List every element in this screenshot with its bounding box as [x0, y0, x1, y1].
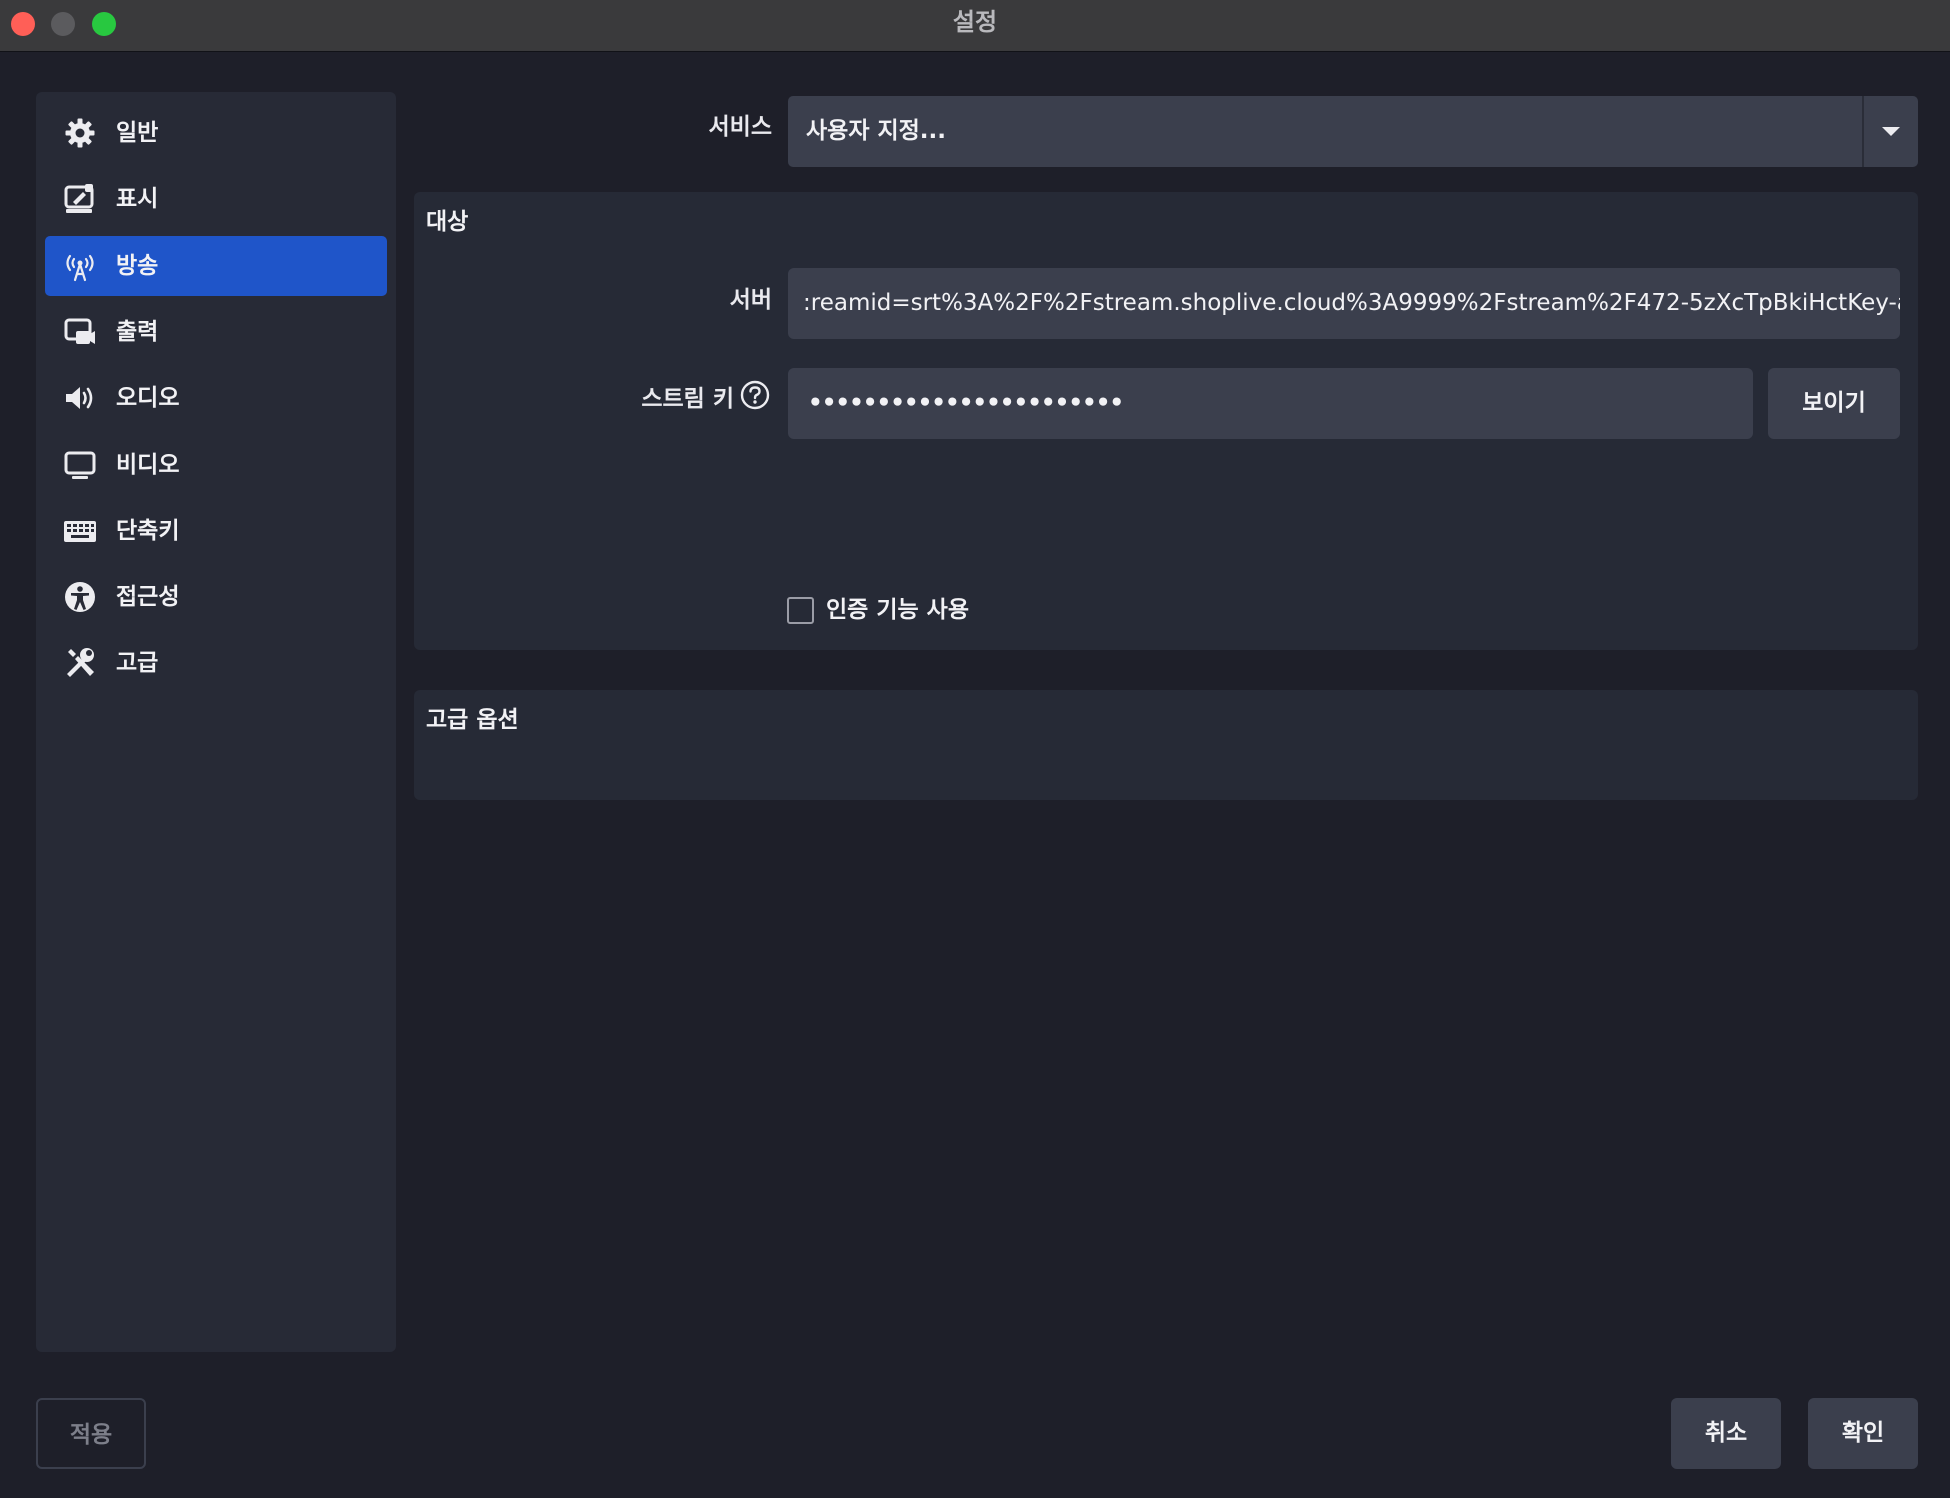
sidebar-item-video[interactable]: 비디오: [45, 435, 387, 495]
server-input[interactable]: :reamid=srt%3A%2F%2Fstream.shoplive.clou…: [788, 268, 1900, 339]
sidebar-item-label: 고급: [116, 650, 159, 677]
sidebar-item-label: 방송: [116, 252, 159, 279]
settings-window: 설정 일반 표시 방송 출력 오디오 비디오 단축키 접근성 고급 서비스 사용…: [0, 0, 1950, 1498]
gear-icon: [63, 116, 97, 150]
sidebar-item-output[interactable]: 출력: [45, 302, 387, 362]
title-bar: 설정: [0, 0, 1950, 52]
sidebar-item-label: 표시: [116, 186, 159, 213]
sidebar-item-label: 출력: [116, 318, 159, 345]
sidebar-item-audio[interactable]: 오디오: [45, 368, 387, 428]
sidebar-item-label: 비디오: [116, 451, 180, 478]
sidebar-item-general[interactable]: 일반: [45, 103, 387, 163]
broadcast-antenna-icon: [63, 249, 97, 283]
stream-key-input[interactable]: •••••••••••••••••••••••: [788, 368, 1753, 439]
server-label: 서버: [729, 287, 772, 313]
service-select[interactable]: 사용자 지정...: [788, 96, 1918, 167]
chevron-down-icon[interactable]: [1880, 123, 1902, 139]
help-icon[interactable]: [740, 380, 770, 410]
advanced-options-title: 고급 옵션: [426, 707, 519, 733]
destination-title: 대상: [426, 209, 469, 235]
sidebar-item-stream[interactable]: 방송: [45, 235, 387, 296]
ok-button[interactable]: 확인: [1808, 1398, 1918, 1469]
server-input-value: :reamid=srt%3A%2F%2Fstream.shoplive.clou…: [803, 290, 1900, 316]
sidebar-item-label: 일반: [116, 120, 159, 146]
tools-icon: [63, 646, 97, 680]
accessibility-icon: [63, 580, 97, 614]
sidebar-item-label: 단축키: [116, 517, 180, 544]
auth-checkbox[interactable]: [787, 597, 814, 624]
select-divider: [1862, 96, 1864, 167]
apply-button[interactable]: 적용: [36, 1398, 146, 1469]
service-selected-value: 사용자 지정...: [806, 118, 947, 144]
show-stream-key-button[interactable]: 보이기: [1768, 368, 1900, 439]
sidebar-item-display[interactable]: 표시: [45, 169, 387, 229]
display-icon: [63, 182, 97, 216]
keyboard-icon: [63, 514, 97, 548]
speaker-icon: [63, 381, 97, 415]
sidebar-item-advanced[interactable]: 고급: [45, 633, 387, 693]
sidebar-item-label: 접근성: [116, 584, 180, 611]
window-title: 설정: [952, 8, 998, 36]
advanced-options-group: 고급 옵션: [414, 690, 1918, 800]
stream-key-input-value: •••••••••••••••••••••••: [808, 390, 1124, 416]
service-label: 서비스: [708, 114, 772, 140]
stream-key-label: 스트림 키: [641, 386, 734, 412]
auth-checkbox-label[interactable]: 인증 기능 사용: [826, 593, 969, 627]
sidebar-item-accessibility[interactable]: 접근성: [45, 567, 387, 627]
settings-sidebar: 일반 표시 방송 출력 오디오 비디오 단축키 접근성 고급: [36, 92, 396, 1352]
output-icon: [63, 315, 97, 349]
cancel-button[interactable]: 취소: [1671, 1398, 1781, 1469]
sidebar-item-hotkeys[interactable]: 단축키: [45, 501, 387, 561]
sidebar-item-label: 오디오: [116, 385, 180, 412]
monitor-icon: [63, 448, 97, 482]
